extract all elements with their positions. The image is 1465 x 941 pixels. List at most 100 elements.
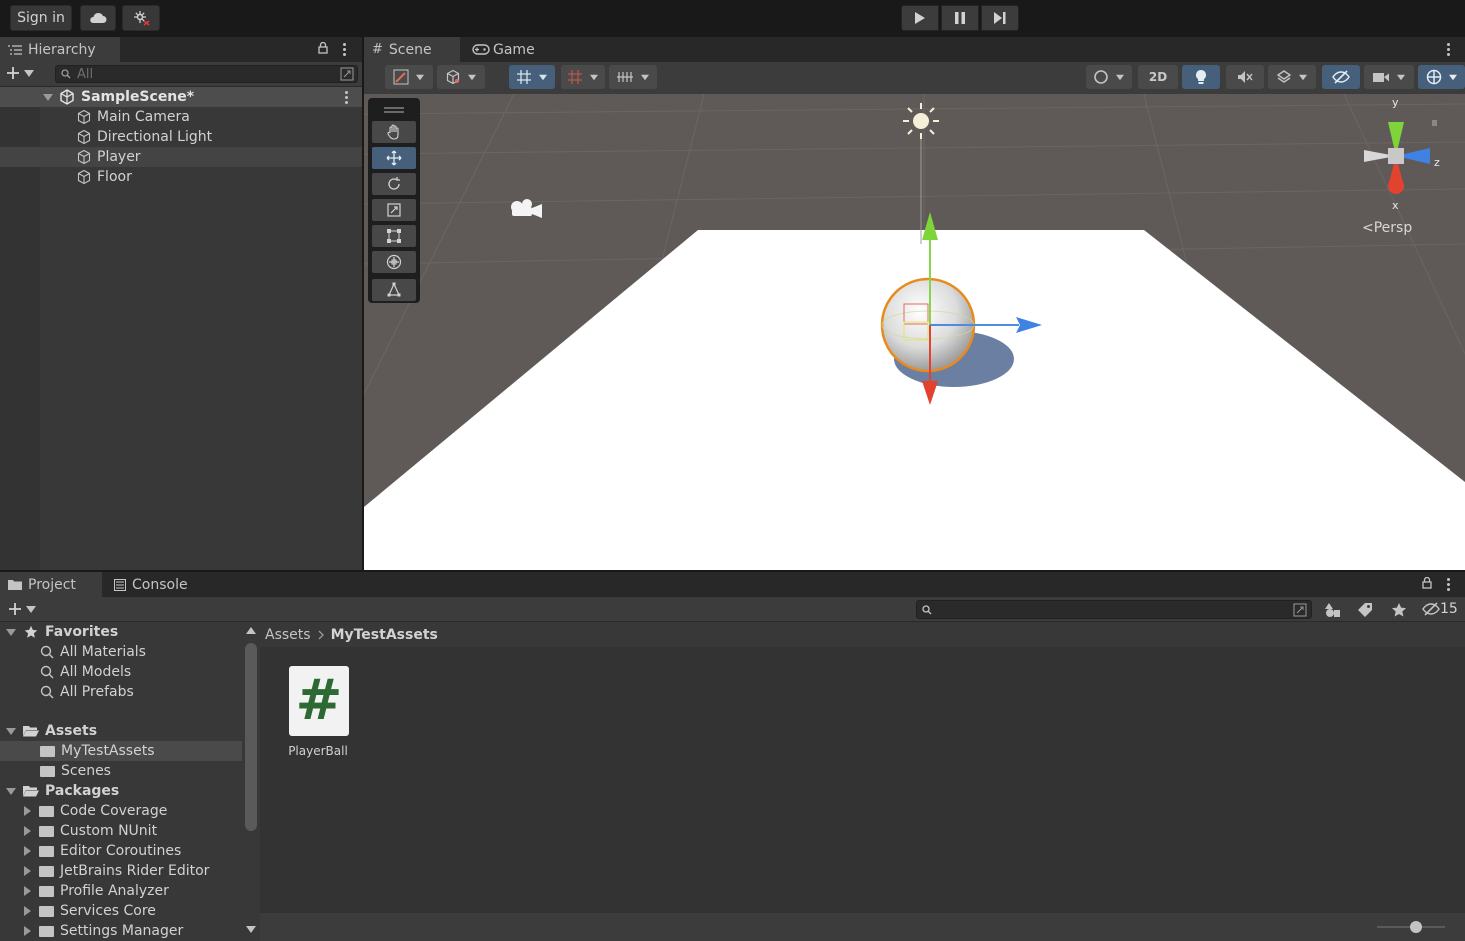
rotate-tool-button[interactable]: [372, 173, 416, 195]
search-options-icon[interactable]: [1293, 603, 1307, 617]
chevron-down-icon: [539, 74, 547, 80]
increment-snap-button[interactable]: [561, 65, 605, 89]
star-icon[interactable]: [1391, 602, 1407, 618]
hidden-count: 15: [1440, 601, 1458, 617]
transform-icon: [386, 254, 402, 270]
package-item[interactable]: Custom NUnit: [24, 821, 157, 841]
scroll-up-arrow-icon[interactable]: [246, 627, 256, 634]
play-button[interactable]: [901, 5, 939, 31]
lock-icon[interactable]: [1422, 577, 1432, 589]
assets-header[interactable]: Assets: [6, 721, 97, 741]
effects-button[interactable]: [1268, 65, 1316, 89]
tab-console[interactable]: Console: [106, 572, 206, 597]
script-glyph: #: [295, 668, 343, 733]
hand-icon: [387, 124, 399, 140]
orientation-button[interactable]: [1086, 65, 1132, 89]
audio-toggle-button[interactable]: [1226, 65, 1264, 89]
collapsed-arrow-icon: [24, 846, 31, 856]
zoom-slider-thumb[interactable]: [1410, 921, 1422, 933]
filter-by-type-icon[interactable]: [1325, 602, 1341, 618]
asset-tile[interactable]: # PlayerBall: [280, 666, 356, 766]
chevron-down-icon: [641, 74, 649, 80]
custom-tool-button[interactable]: [372, 279, 416, 301]
draw-mode-button[interactable]: [385, 65, 433, 89]
scene-menu-icon[interactable]: [345, 91, 348, 106]
favorites-header[interactable]: Favorites: [6, 622, 118, 642]
packages-label: Packages: [45, 783, 120, 799]
package-item[interactable]: Settings Manager: [24, 921, 183, 941]
persp-label[interactable]: <Persp: [1362, 220, 1412, 236]
2d-toggle-button[interactable]: 2D: [1138, 65, 1178, 89]
camera-button[interactable]: [1364, 65, 1414, 89]
package-item[interactable]: JetBrains Rider Editor: [24, 861, 209, 881]
step-button[interactable]: [981, 5, 1019, 31]
grid-snap-button[interactable]: [509, 65, 555, 89]
lighting-toggle-button[interactable]: [1182, 65, 1220, 89]
project-create-button[interactable]: [8, 602, 36, 616]
collapsed-arrow-icon: [24, 826, 31, 836]
lock-icon[interactable]: [318, 42, 328, 54]
search-placeholder: All: [77, 66, 94, 82]
orientation-gizmo[interactable]: y z x <Persp: [1344, 96, 1444, 242]
tab-hierarchy[interactable]: Hierarchy: [0, 37, 120, 62]
create-button[interactable]: [6, 66, 34, 80]
scene-visibility-button[interactable]: [1322, 65, 1360, 89]
project-search-input[interactable]: [916, 600, 1312, 619]
search-options-icon[interactable]: [340, 67, 354, 81]
eye-slash-icon: [1422, 602, 1440, 616]
ruler-snap-button[interactable]: [609, 65, 657, 89]
package-item-label: Services Core: [60, 903, 156, 919]
filter-by-label-icon[interactable]: [1357, 602, 1373, 618]
tree-scrollbar[interactable]: [243, 622, 259, 941]
move-tool-button[interactable]: [372, 147, 416, 169]
scene-menu-icon[interactable]: [1447, 43, 1450, 58]
breadcrumb-item[interactable]: Assets: [265, 627, 311, 643]
favorite-item[interactable]: All Prefabs: [40, 682, 134, 702]
sign-in-button[interactable]: Sign in: [10, 5, 72, 31]
scroll-down-arrow-icon[interactable]: [246, 926, 256, 933]
scene-viewport[interactable]: y z x <Persp: [364, 94, 1465, 570]
package-item[interactable]: Editor Coroutines: [24, 841, 181, 861]
hierarchy-item[interactable]: Floor: [0, 167, 362, 187]
search-icon: [40, 685, 54, 699]
favorite-item[interactable]: All Models: [40, 662, 131, 682]
cube-icon: [446, 69, 460, 85]
assets-item[interactable]: MyTestAssets: [0, 741, 242, 761]
tab-project[interactable]: Project: [0, 572, 102, 597]
collapsed-arrow-icon: [24, 806, 31, 816]
search-icon: [61, 69, 71, 79]
folder-icon: [8, 580, 22, 590]
scale-tool-button[interactable]: [372, 199, 416, 221]
rect-tool-button[interactable]: [372, 225, 416, 247]
packages-header[interactable]: Packages: [6, 781, 119, 801]
2d-label: 2D: [1148, 70, 1168, 84]
package-item[interactable]: Profile Analyzer: [24, 881, 169, 901]
transform-tool-button[interactable]: [372, 251, 416, 273]
shading-mode-button[interactable]: [437, 65, 485, 89]
gizmos-button[interactable]: [1418, 65, 1465, 89]
collapsed-arrow-icon: [24, 906, 31, 916]
hierarchy-search-input[interactable]: All: [55, 65, 358, 83]
assets-item[interactable]: Scenes: [40, 761, 111, 781]
pause-button[interactable]: [941, 5, 979, 31]
hierarchy-menu-icon[interactable]: [343, 43, 346, 58]
scrollbar-thumb[interactable]: [245, 643, 257, 831]
cloud-button[interactable]: [80, 5, 116, 31]
breadcrumb-item[interactable]: MyTestAssets: [331, 627, 438, 643]
favorite-item[interactable]: All Materials: [40, 642, 146, 662]
tools-overlay: [368, 98, 420, 303]
tab-scene[interactable]: # Scene: [364, 37, 460, 62]
collab-button[interactable]: [122, 5, 160, 31]
console-tab-label: Console: [132, 576, 188, 593]
tab-game[interactable]: Game: [464, 37, 554, 62]
hierarchy-tab-label: Hierarchy: [28, 41, 96, 58]
project-menu-icon[interactable]: [1447, 578, 1450, 593]
hand-tool-button[interactable]: [372, 121, 416, 143]
scene-row[interactable]: SampleScene*: [0, 87, 362, 107]
hierarchy-item[interactable]: Player: [0, 147, 362, 167]
package-item[interactable]: Code Coverage: [24, 801, 167, 821]
hierarchy-item[interactable]: Main Camera: [0, 107, 362, 127]
hidden-packages-toggle[interactable]: 15: [1422, 601, 1458, 617]
package-item[interactable]: Services Core: [24, 901, 156, 921]
hierarchy-item[interactable]: Directional Light: [0, 127, 362, 147]
